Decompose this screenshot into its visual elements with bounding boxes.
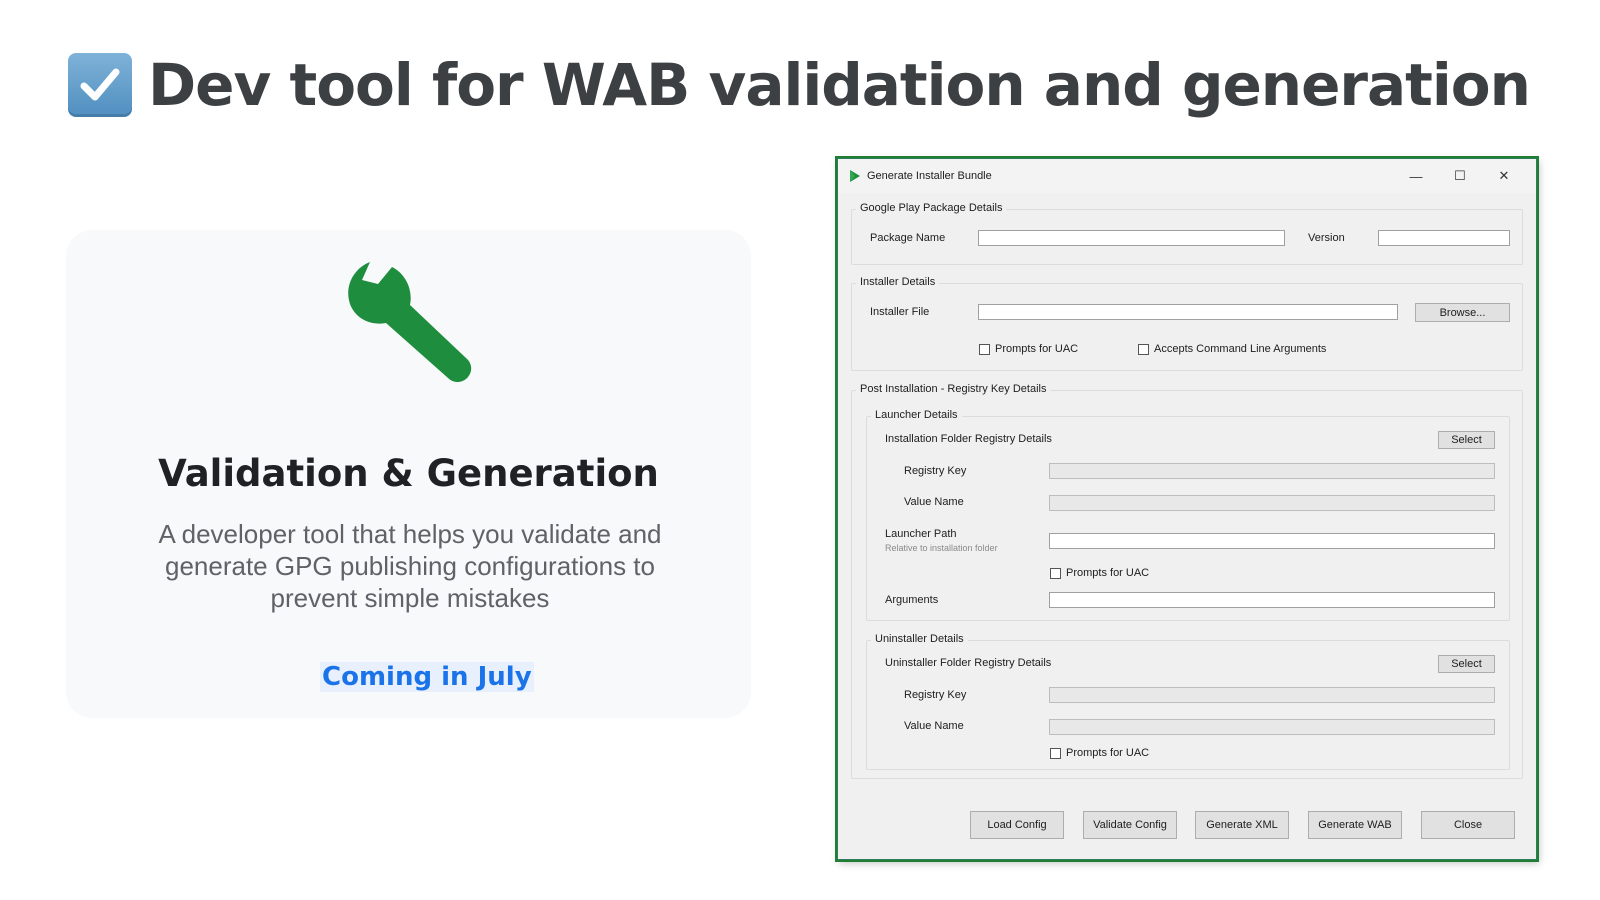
- package-details-group: Google Play Package Details Package Name…: [851, 202, 1523, 265]
- uninstaller-prompts-uac-checkbox[interactable]: Prompts for UAC: [1050, 747, 1149, 759]
- uninstaller-value-name-field: [1049, 719, 1495, 735]
- browse-button[interactable]: Browse...: [1415, 303, 1510, 322]
- uninstaller-details-group: Uninstaller Details Uninstaller Folder R…: [866, 633, 1510, 770]
- installer-file-label: Installer File: [870, 306, 930, 318]
- package-name-input[interactable]: [978, 230, 1285, 246]
- maximize-button[interactable]: ☐: [1438, 159, 1482, 193]
- uninstaller-details-legend: Uninstaller Details: [871, 633, 968, 645]
- uninstall-folder-registry-label: Uninstaller Folder Registry Details: [885, 657, 1052, 669]
- uninstaller-value-name-label: Value Name: [904, 720, 964, 732]
- app-play-icon: [850, 170, 860, 182]
- package-name-label: Package Name: [870, 232, 946, 244]
- installer-details-group: Installer Details Installer File Browse.…: [851, 276, 1523, 371]
- slide-title: Dev tool for WAB validation and generati…: [68, 50, 1531, 120]
- uninstaller-registry-key-field: [1049, 687, 1495, 703]
- accepts-args-label: Accepts Command Line Arguments: [1154, 343, 1327, 355]
- launcher-value-name-label: Value Name: [904, 496, 964, 508]
- launcher-registry-key-field: [1049, 463, 1495, 479]
- load-config-button[interactable]: Load Config: [970, 811, 1064, 839]
- launcher-path-hint: Relative to installation folder: [885, 543, 998, 553]
- uninstaller-registry-key-label: Registry Key: [904, 689, 967, 701]
- installer-prompts-uac-checkbox[interactable]: Prompts for UAC: [979, 343, 1078, 355]
- generate-xml-button[interactable]: Generate XML: [1195, 811, 1289, 839]
- launcher-prompts-uac-label: Prompts for UAC: [1066, 567, 1150, 579]
- arguments-label: Arguments: [885, 594, 939, 606]
- card-title: Validation & Generation: [158, 452, 659, 495]
- check-box-icon: [68, 53, 132, 117]
- close-button[interactable]: Close: [1421, 811, 1515, 839]
- arguments-input[interactable]: [1049, 592, 1495, 608]
- close-window-button[interactable]: ✕: [1482, 159, 1526, 193]
- version-label: Version: [1308, 232, 1345, 244]
- package-details-legend: Google Play Package Details: [856, 202, 1007, 214]
- launcher-registry-key-label: Registry Key: [904, 465, 967, 477]
- checkbox-box[interactable]: [979, 343, 990, 355]
- launcher-details-group: Launcher Details Installation Folder Reg…: [866, 409, 1510, 621]
- dialog-titlebar: Generate Installer Bundle — ☐ ✕: [838, 159, 1536, 193]
- wrench-icon: [348, 262, 472, 383]
- page-title: Dev tool for WAB validation and generati…: [148, 51, 1531, 119]
- accepts-args-checkbox[interactable]: Accepts Command Line Arguments: [1138, 343, 1326, 355]
- uninstaller-select-button[interactable]: Select: [1438, 655, 1495, 673]
- installer-file-input[interactable]: [978, 304, 1398, 320]
- uninstaller-prompts-uac-label: Prompts for UAC: [1066, 747, 1150, 759]
- checkbox-box[interactable]: [1138, 343, 1149, 355]
- launcher-prompts-uac-checkbox[interactable]: Prompts for UAC: [1050, 567, 1149, 579]
- dialog-title: Generate Installer Bundle: [867, 170, 992, 182]
- generate-wab-button[interactable]: Generate WAB: [1308, 811, 1402, 839]
- minimize-button[interactable]: —: [1394, 159, 1438, 193]
- checkbox-box[interactable]: [1050, 747, 1061, 759]
- validate-config-button[interactable]: Validate Config: [1083, 811, 1177, 839]
- coming-soon-link[interactable]: Coming in July: [320, 662, 534, 692]
- installer-prompts-uac-label: Prompts for UAC: [995, 343, 1079, 355]
- launcher-path-input[interactable]: [1049, 533, 1495, 549]
- post-installation-group: Post Installation - Registry Key Details…: [851, 383, 1523, 779]
- checkbox-box[interactable]: [1050, 567, 1061, 579]
- launcher-select-button[interactable]: Select: [1438, 431, 1495, 449]
- card-description: A developer tool that helps you validate…: [158, 519, 662, 613]
- launcher-details-legend: Launcher Details: [871, 409, 962, 421]
- installer-details-legend: Installer Details: [856, 276, 940, 288]
- launcher-path-label: Launcher Path: [885, 528, 957, 540]
- post-installation-legend: Post Installation - Registry Key Details: [856, 383, 1051, 395]
- install-folder-registry-label: Installation Folder Registry Details: [885, 433, 1052, 445]
- launcher-value-name-field: [1049, 495, 1495, 511]
- installer-bundle-dialog: Generate Installer Bundle — ☐ ✕ Google P…: [837, 158, 1537, 860]
- version-input[interactable]: [1378, 230, 1510, 246]
